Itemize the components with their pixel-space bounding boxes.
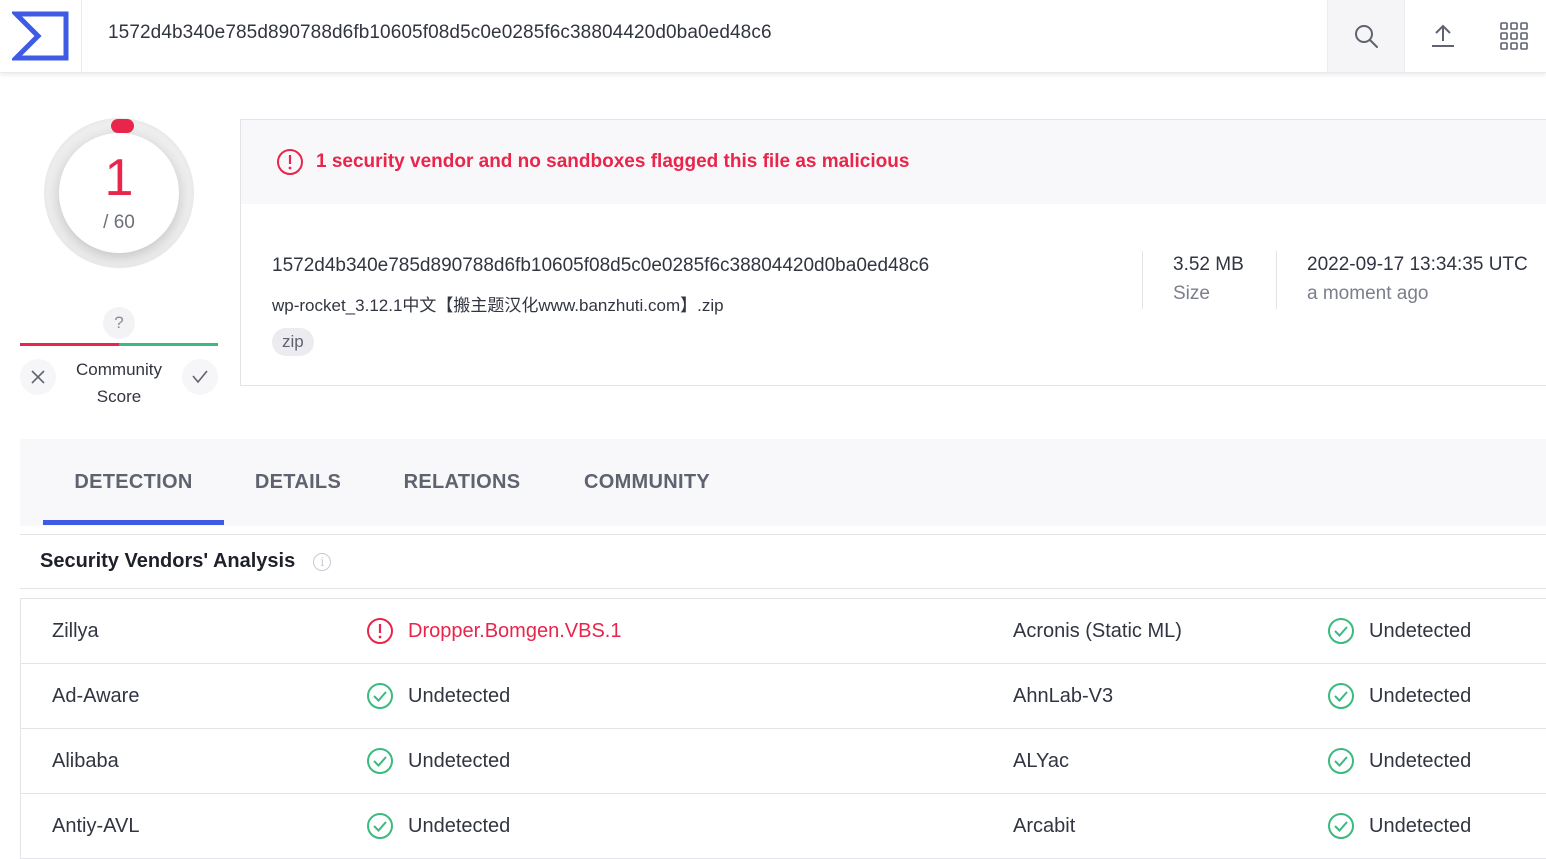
search-icon: [1355, 25, 1378, 48]
close-icon: [31, 370, 45, 384]
malicious-icon: [367, 618, 393, 644]
undetected-check-icon: [1328, 618, 1354, 644]
detection-count: 1: [104, 149, 134, 207]
undetected-check-icon: [1328, 813, 1354, 839]
divider: [1142, 251, 1143, 309]
file-size-label: Size: [1173, 283, 1210, 304]
vendor-results-table: Zillya Dropper.Bomgen.VBS.1 Acronis (Stati…: [20, 598, 1546, 859]
table-row: Antiy-AVL Undetected Arcabit Undetected: [21, 794, 1546, 859]
apps-grid-icon: [1499, 22, 1528, 50]
vendor-result: Undetected: [1327, 794, 1471, 858]
check-icon: [192, 370, 208, 384]
result-label: Undetected: [408, 814, 511, 837]
community-label-line1: Community: [76, 360, 162, 379]
undetected-check-icon: [367, 748, 393, 774]
vote-harmful-button[interactable]: [20, 359, 56, 395]
result-label: Undetected: [408, 684, 511, 707]
detection-score-gauge: 1 / 60: [44, 118, 194, 268]
vendor-name: Alibaba: [52, 749, 119, 772]
community-score-label: Community Score: [58, 356, 180, 410]
community-score-value: ?: [103, 307, 135, 339]
community-bar-negative: [20, 343, 119, 346]
tab-detection[interactable]: DETECTION: [43, 439, 224, 526]
divider: [1276, 251, 1277, 309]
vendor-result: Undetected: [366, 664, 510, 728]
active-tab-indicator: [43, 520, 224, 525]
search-button[interactable]: [1327, 0, 1405, 72]
result-label: Undetected: [1369, 814, 1472, 837]
vendor-name: Zillya: [52, 619, 99, 642]
vendor-result: Undetected: [366, 729, 510, 793]
table-row: Alibaba Undetected ALYac Undetected: [21, 729, 1546, 794]
virustotal-logo[interactable]: [0, 0, 82, 72]
result-label: Undetected: [408, 749, 511, 772]
community-bar-positive: [119, 343, 218, 346]
vendor-result: Undetected: [1327, 729, 1471, 793]
apps-button[interactable]: [1481, 0, 1546, 72]
vendor-name: Arcabit: [1013, 814, 1076, 837]
undetected-check-icon: [1328, 683, 1354, 709]
undetected-check-icon: [1328, 748, 1354, 774]
result-label: Undetected: [1369, 749, 1472, 772]
vendor-result: Undetected: [1327, 664, 1471, 728]
alert-icon: [277, 149, 303, 175]
tab-details[interactable]: DETAILS: [234, 439, 362, 526]
detection-total: / 60: [103, 212, 135, 233]
info-icon[interactable]: i: [313, 552, 332, 571]
vendor-name: Acronis (Static ML): [1013, 619, 1182, 642]
top-bar: 1572d4b340e785d890788d6fb10605f08d5c0e02…: [0, 0, 1546, 73]
file-hash[interactable]: 1572d4b340e785d890788d6fb10605f08d5c0e02…: [272, 255, 929, 277]
alert-banner: 1 security vendor and no sandboxes flagg…: [241, 120, 1546, 204]
vendors-section-header: Security Vendors' Analysis i: [20, 534, 1546, 589]
analysis-date-value: 2022-09-17 13:34:35 UTC: [1307, 254, 1528, 275]
vendor-name: AhnLab-V3: [1013, 684, 1114, 707]
upload-button[interactable]: [1405, 0, 1481, 72]
result-label: Undetected: [1369, 684, 1472, 707]
gauge-indicator: [111, 119, 134, 133]
report-tabs: DETECTION DETAILS RELATIONS COMMUNITY: [20, 439, 1546, 526]
analysis-date-relative: a moment ago: [1307, 283, 1429, 304]
alert-message: 1 security vendor and no sandboxes flagg…: [316, 151, 910, 172]
table-row: Zillya Dropper.Bomgen.VBS.1 Acronis (Stati…: [21, 599, 1546, 664]
vote-harmless-button[interactable]: [182, 359, 218, 395]
file-size-value: 3.52 MB: [1173, 254, 1244, 275]
undetected-check-icon: [367, 813, 393, 839]
vendor-name: Antiy-AVL: [52, 814, 140, 837]
vendor-name: Ad-Aware: [52, 684, 140, 707]
vendor-result: Undetected: [366, 794, 510, 858]
tab-community[interactable]: COMMUNITY: [562, 439, 732, 526]
undetected-check-icon: [367, 683, 393, 709]
community-label-line2: Score: [96, 387, 142, 406]
file-type-tag[interactable]: zip: [272, 328, 314, 356]
result-label: Undetected: [1369, 619, 1472, 642]
result-label: Dropper.Bomgen.VBS.1: [408, 619, 622, 642]
file-name: wp-rocket_3.12.1中文【搬主题汉化www.banzhuti.com…: [272, 296, 724, 315]
section-title: Security Vendors' Analysis: [40, 550, 296, 572]
tab-relations[interactable]: RELATIONS: [382, 439, 542, 526]
upload-icon: [1432, 24, 1454, 47]
vendor-result: Dropper.Bomgen.VBS.1: [366, 599, 621, 663]
file-summary-card: 1 security vendor and no sandboxes flagg…: [240, 119, 1546, 386]
table-row: Ad-Aware Undetected AhnLab-V3 Undetected: [21, 664, 1546, 729]
vendor-name: ALYac: [1013, 749, 1069, 772]
vendor-result: Undetected: [1327, 599, 1471, 663]
virustotal-logo-icon: [11, 11, 68, 61]
search-input[interactable]: 1572d4b340e785d890788d6fb10605f08d5c0e02…: [108, 22, 772, 44]
